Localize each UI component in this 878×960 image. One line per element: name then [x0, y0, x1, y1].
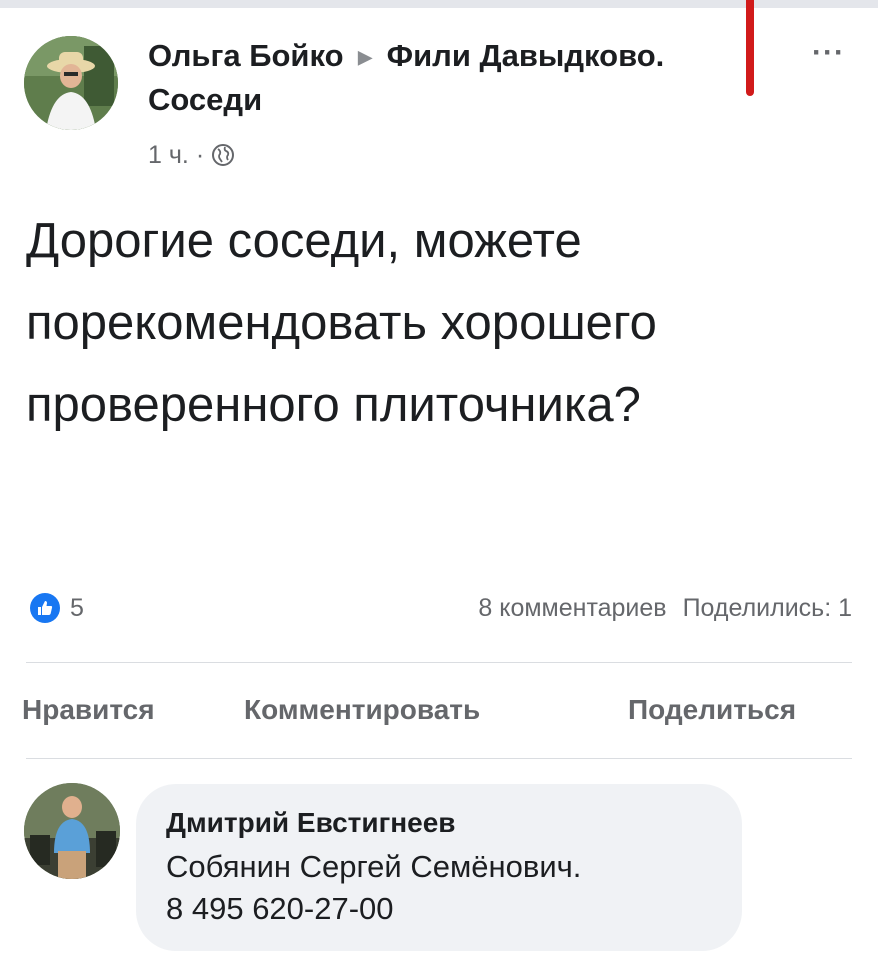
- commenter-avatar-photo: [24, 783, 120, 879]
- post-stats: 5 8 комментариев Поделились: 1: [26, 592, 852, 626]
- arrow-right-icon: ▶: [358, 47, 373, 67]
- commenter-avatar[interactable]: [24, 783, 120, 879]
- action-bar: Нравится Комментировать Поделиться: [22, 690, 862, 730]
- more-dots-icon[interactable]: ···: [812, 38, 845, 68]
- more-dots-glyph: ···: [812, 36, 845, 69]
- post-text: Дорогие соседи, можете порекомендовать х…: [26, 214, 657, 432]
- comment-text: Собянин Сергей Семёнович. 8 495 620-27-0…: [166, 846, 726, 930]
- commenter-name[interactable]: Дмитрий Евстигнеев: [166, 806, 456, 840]
- meta-separator: ·: [195, 141, 205, 169]
- red-marker-line: [746, 0, 754, 96]
- reactions-count[interactable]: 5: [70, 592, 84, 624]
- comment-button[interactable]: Комментировать: [244, 690, 480, 730]
- like-button[interactable]: Нравится: [22, 690, 155, 730]
- comment-phone: 8 495 620-27-00: [166, 891, 394, 926]
- post-meta: 1 ч. ·: [148, 140, 235, 170]
- stats-right: 8 комментариев Поделились: 1: [478, 592, 852, 624]
- comment-text-line: Собянин Сергей Семёнович.: [166, 849, 582, 884]
- globe-icon[interactable]: [211, 143, 235, 167]
- like-reaction-icon[interactable]: [30, 593, 60, 623]
- post-time[interactable]: 1 ч.: [148, 140, 189, 170]
- comments-count[interactable]: 8 комментариев: [478, 594, 666, 622]
- divider: [26, 662, 852, 663]
- author-avatar-photo: [24, 36, 118, 130]
- share-button[interactable]: Поделиться: [628, 690, 796, 730]
- post-header: Ольга Бойко ▶ Фили Давыдково. Соседи: [148, 36, 708, 120]
- author-name[interactable]: Ольга Бойко: [148, 38, 344, 73]
- author-avatar[interactable]: [24, 36, 118, 130]
- divider: [26, 758, 852, 759]
- shares-count[interactable]: Поделились: 1: [683, 594, 852, 622]
- comment-bubble[interactable]: Дмитрий Евстигнеев Собянин Сергей Семёно…: [136, 784, 742, 951]
